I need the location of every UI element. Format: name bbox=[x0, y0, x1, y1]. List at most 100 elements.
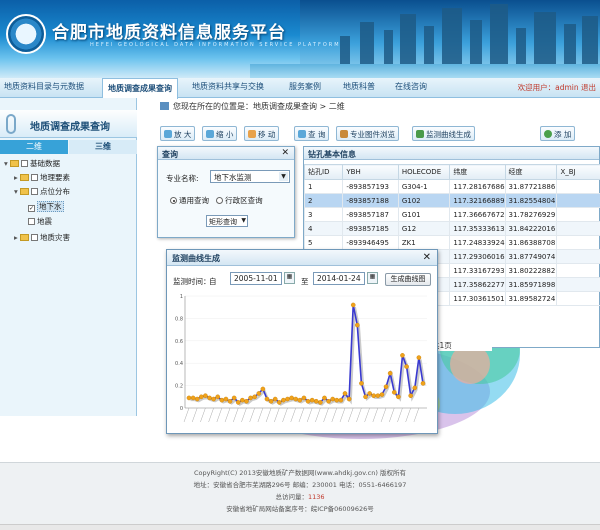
tree-node-geography[interactable]: ▸ 地理要素 bbox=[14, 172, 70, 183]
data-point bbox=[285, 396, 290, 402]
table-row[interactable]: 2 -893857188 G102 117.32166889 31.82554804 bbox=[303, 193, 600, 208]
x-tick-mark bbox=[233, 407, 239, 423]
x-tick-mark bbox=[183, 407, 190, 423]
curve-icon bbox=[416, 130, 424, 138]
generate-curve-button[interactable]: 生成曲线图 bbox=[385, 273, 431, 286]
zoom-in-button[interactable]: 放 大 bbox=[160, 126, 196, 141]
prof-select[interactable]: 地下水监测 ▼ bbox=[210, 170, 290, 183]
data-point bbox=[190, 395, 196, 401]
table-panel-title: 钻孔基本信息 bbox=[304, 147, 599, 160]
data-point bbox=[305, 398, 311, 404]
x-tick-mark bbox=[200, 407, 206, 423]
data-point bbox=[256, 391, 262, 396]
curve-window: 监测曲线生成 ✕ 监测时间： 自 2005-11-01 ▦ 至 2014-01-… bbox=[166, 249, 438, 434]
table-cell bbox=[556, 179, 600, 194]
nav-item-sharing[interactable]: 地质资料共享与交换 bbox=[192, 81, 264, 92]
footer-copyright: CopyRight(C) 2013安徽地质矿产数据网(www.ahdkj.gov… bbox=[194, 469, 406, 477]
nav-item-popular-science[interactable]: 地质科普 bbox=[343, 81, 375, 92]
table-row[interactable]: 5 -893946495 ZK1 117.24833924 31.86388708 bbox=[303, 235, 600, 250]
data-point bbox=[264, 396, 270, 402]
column-header[interactable]: 纬度 bbox=[449, 164, 506, 180]
data-point bbox=[404, 364, 409, 369]
end-date-input[interactable]: 2014-01-24 bbox=[313, 272, 365, 285]
x-tick-mark bbox=[347, 407, 354, 423]
checkbox[interactable] bbox=[21, 160, 28, 167]
checkbox[interactable] bbox=[31, 174, 38, 181]
column-header[interactable]: 经度 bbox=[504, 164, 558, 180]
checkbox-checked[interactable]: ✓ bbox=[28, 205, 35, 212]
add-button[interactable]: 添 加 bbox=[540, 126, 600, 142]
tree-node-earthquake[interactable]: 地震 bbox=[28, 216, 52, 227]
close-icon[interactable]: ✕ bbox=[423, 252, 431, 263]
data-point bbox=[215, 394, 221, 400]
checkbox[interactable] bbox=[28, 218, 35, 225]
column-header[interactable]: X_BJ bbox=[556, 164, 600, 180]
column-header[interactable]: HOLECODE bbox=[397, 164, 451, 180]
x-tick-mark bbox=[208, 407, 214, 423]
data-point bbox=[346, 396, 352, 402]
data-point bbox=[207, 395, 212, 401]
data-point bbox=[240, 397, 245, 403]
x-tick-mark bbox=[282, 407, 288, 423]
tree-node-geo-hazard[interactable]: ▸ 地质灾害 bbox=[14, 232, 70, 243]
pan-button[interactable]: 移 动 bbox=[244, 126, 280, 141]
tree-node-groundwater[interactable]: ✓ 地下水 bbox=[28, 201, 64, 212]
tree-node-basic-data[interactable]: ▾ 基础数据 bbox=[4, 158, 60, 169]
tab-3d[interactable]: 三维 bbox=[69, 140, 137, 154]
zoom-out-button[interactable]: 缩 小 bbox=[202, 126, 238, 141]
time-label: 监测时间： bbox=[173, 277, 211, 286]
table-cell: -893857193 bbox=[342, 179, 399, 194]
tab-2d[interactable]: 二维 bbox=[0, 140, 68, 154]
data-point bbox=[281, 397, 286, 403]
horizontal-scrollbar[interactable] bbox=[0, 524, 600, 530]
table-cell: G102 bbox=[397, 193, 451, 208]
calendar-icon[interactable]: ▦ bbox=[367, 272, 378, 284]
table-cell: 31.80222882 bbox=[504, 263, 558, 278]
data-point bbox=[350, 302, 356, 308]
table-row[interactable]: 4 -893857185 G12 117.35333613 31.84222016 bbox=[303, 221, 600, 236]
x-tick-mark bbox=[216, 407, 223, 423]
nav-item-cases[interactable]: 服务案例 bbox=[289, 81, 321, 92]
data-point bbox=[186, 395, 192, 401]
radio-general[interactable]: 通用查询 bbox=[170, 196, 209, 205]
footer-address: 地址：安徽省合肥市芜湖路296号 邮编：230001 电话：0551-64661… bbox=[193, 481, 407, 489]
query-mode-select[interactable]: 矩形查询 ▼ bbox=[206, 215, 248, 227]
prof-browse-button[interactable]: 专业图件浏览 bbox=[336, 126, 399, 141]
query-panel: 查询 ✕ 专业名称: 地下水监测 ▼ 通用查询 行政区查询 矩形查询 ▼ bbox=[157, 146, 295, 238]
data-point bbox=[301, 395, 307, 401]
close-icon[interactable]: ✕ bbox=[281, 148, 289, 158]
x-tick-mark bbox=[339, 407, 346, 423]
column-header[interactable]: 钻孔ID bbox=[303, 164, 344, 180]
checkbox[interactable] bbox=[31, 234, 38, 241]
table-row[interactable]: 3 -893857187 G101 117.36667672 31.78276929 bbox=[303, 207, 600, 222]
y-tick-label: 0.2 bbox=[175, 384, 183, 390]
column-header[interactable]: YBH bbox=[342, 164, 399, 180]
data-point bbox=[231, 395, 237, 401]
curve-gen-button[interactable]: 监测曲线生成 bbox=[412, 126, 475, 141]
x-tick-mark bbox=[249, 407, 255, 423]
clip-icon bbox=[6, 114, 16, 134]
start-date-input[interactable]: 2005-11-01 bbox=[230, 272, 282, 285]
welcome-user[interactable]: 欢迎用户：admin 退出 bbox=[518, 82, 596, 93]
x-tick-mark bbox=[331, 407, 338, 423]
nav-item-catalog[interactable]: 地质资料目录与元数据 bbox=[4, 81, 84, 92]
checkbox[interactable] bbox=[31, 188, 38, 195]
table-row[interactable]: 1 -893857193 G304-1 117.28167686 31.87721886 bbox=[303, 179, 600, 194]
radio-admin[interactable]: 行政区查询 bbox=[216, 196, 263, 205]
data-point bbox=[277, 400, 282, 405]
chevron-down-icon: ▼ bbox=[279, 172, 288, 181]
query-button[interactable]: 查 询 bbox=[294, 126, 330, 141]
data-point bbox=[223, 396, 229, 402]
x-tick-mark bbox=[274, 407, 280, 423]
nav-item-consult[interactable]: 在线咨询 bbox=[395, 81, 427, 92]
data-point bbox=[342, 391, 348, 396]
table-cell: 117.36667672 bbox=[449, 207, 506, 222]
x-tick-mark bbox=[257, 407, 264, 423]
zoom-in-icon bbox=[164, 130, 172, 138]
nav-item-survey-query[interactable]: 地质调查成果查询 bbox=[102, 78, 178, 99]
tree-node-point-distribution[interactable]: ▾ 点位分布 bbox=[14, 186, 70, 197]
calendar-icon[interactable]: ▦ bbox=[284, 272, 295, 284]
table-cell: 4 bbox=[303, 221, 344, 236]
logo-emblem bbox=[6, 14, 46, 54]
table-cell: 31.89582724 bbox=[504, 291, 558, 306]
